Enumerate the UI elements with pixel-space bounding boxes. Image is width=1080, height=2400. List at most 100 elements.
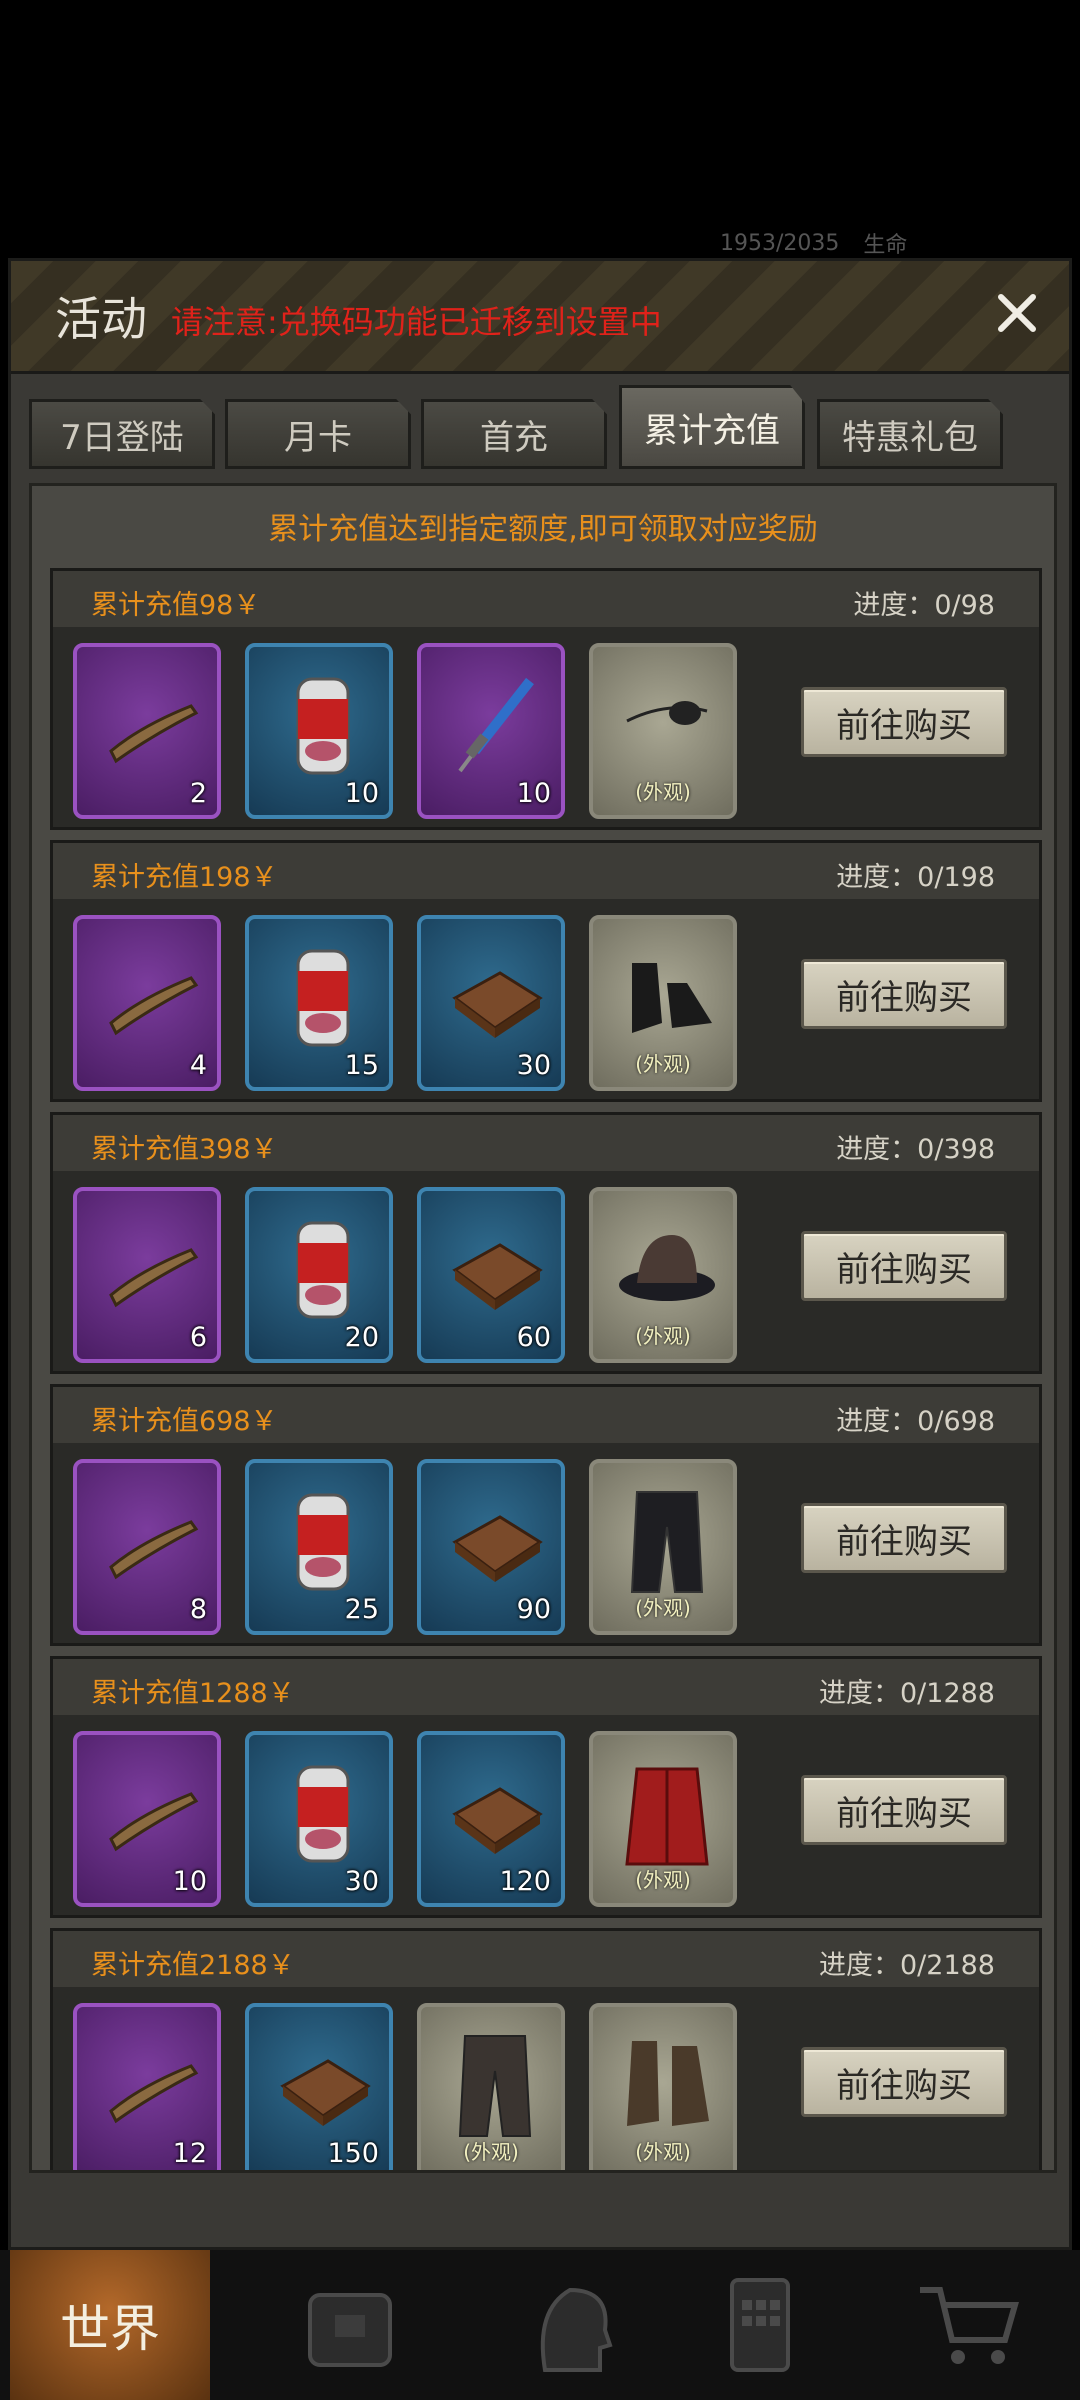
tab-first-recharge[interactable]: 首充 [421,399,607,469]
eyepatch-icon [626,701,708,725]
nav-world[interactable]: 世界 [10,2250,210,2400]
go-buy-button[interactable]: 前往购买 [801,1503,1007,1573]
tier-title: 累计充值398￥ [91,1134,278,1165]
material-box-icon [452,1243,543,1310]
nav-character[interactable] [470,2250,670,2400]
go-buy-button[interactable]: 前往购买 [801,959,1007,1029]
tier-header: 累计充值198￥ 进度：0/198 [53,843,1039,899]
reward-item-slot[interactable]: 25 [245,1459,393,1635]
reward-item-slot[interactable]: 8 [73,1459,221,1635]
reward-item-slot[interactable]: 30 [245,1731,393,1907]
reward-item-slot[interactable]: (外观) [589,915,737,1091]
backpack-icon [308,2293,392,2367]
tier-title: 累计充值198￥ [91,862,278,893]
reward-item-slot[interactable]: (外观) [589,1731,737,1907]
reward-item-slot[interactable]: (外观) [589,643,737,819]
reward-item-slot[interactable]: 10 [417,643,565,819]
stick-icon [109,1520,199,1580]
item-count: 60 [516,1322,551,1353]
material-box-icon [452,971,543,1038]
tier-title: 累计充值698￥ [91,1406,278,1437]
phone-icon [730,2278,790,2372]
nav-backpack[interactable] [250,2250,450,2400]
reward-item-slot[interactable]: (外观) [589,2003,737,2170]
reward-item-slot[interactable]: 60 [417,1187,565,1363]
tier-progress: 进度：0/698 [836,1406,995,1437]
status-hint: 1953/2035 生命 [720,228,1080,259]
tier-header: 累计充值2188￥ 进度：0/2188 [53,1931,1039,1987]
nav-phone[interactable] [660,2250,860,2400]
reward-item-slot[interactable]: 120 [417,1731,565,1907]
nav-world-label: 世界 [60,2300,160,2358]
material-box-icon [280,2059,371,2126]
appearance-tag: (外观) [635,1596,691,1620]
tier-progress: 进度：0/2188 [819,1950,995,1981]
reward-tier-card: 累计充值2188￥ 进度：0/2188 12 150 (外观) (外观) 前往购买 [50,1928,1042,2170]
item-count: 15 [344,1050,379,1081]
go-buy-button[interactable]: 前往购买 [801,1775,1007,1845]
reward-tier-card: 累计充值698￥ 进度：0/698 8 25 90 (外观) 前往购买 [50,1384,1042,1646]
tier-header: 累计充值398￥ 进度：0/398 [53,1115,1039,1171]
meat-can-icon [296,677,350,775]
tier-title: 累计充值1288￥ [91,1678,295,1709]
tier-header: 累计充值1288￥ 进度：0/1288 [53,1659,1039,1715]
item-count: 12 [172,2138,207,2169]
reward-item-slot[interactable]: 30 [417,915,565,1091]
material-box-icon [452,1787,543,1854]
close-button[interactable] [985,281,1049,345]
item-count: 120 [499,1866,551,1897]
reward-item-slot[interactable]: 4 [73,915,221,1091]
syringe-icon [458,677,534,773]
meat-can-icon [296,949,350,1047]
reward-item-slot[interactable]: 90 [417,1459,565,1635]
shoes-icon [632,963,712,1033]
go-buy-button[interactable]: 前往购买 [801,1231,1007,1301]
tier-title: 累计充值2188￥ [91,1950,295,1981]
appearance-tag: (外观) [463,2140,519,2164]
item-count: 30 [516,1050,551,1081]
reward-item-slot[interactable]: 10 [73,1731,221,1907]
reward-item-slot[interactable]: 2 [73,643,221,819]
tab-monthly-card[interactable]: 月卡 [225,399,411,469]
reward-item-slot[interactable]: 15 [245,915,393,1091]
reward-item-slot[interactable]: 6 [73,1187,221,1363]
reward-item-slot[interactable]: 10 [245,643,393,819]
modal-title: 活动 [55,292,147,346]
tier-progress: 进度：0/398 [836,1134,995,1165]
appearance-tag: (外观) [635,1324,691,1348]
reward-item-slot[interactable]: (外观) [589,1187,737,1363]
tier-progress: 进度：0/98 [853,590,995,621]
hat-icon [619,1235,715,1301]
reward-item-slot[interactable]: 20 [245,1187,393,1363]
reward-item-slot[interactable]: 12 [73,2003,221,2170]
cart-icon [920,2287,1019,2364]
tab-bar: 7日登陆 月卡 首充 累计充值 特惠礼包 [29,385,1069,469]
stick-icon [109,2064,199,2124]
reward-hint: 累计充值达到指定额度,即可领取对应奖励 [268,512,818,547]
tier-title: 累计充值98￥ [91,590,261,621]
modal-notice: 请注意:兑换码功能已迁移到设置中 [171,303,662,341]
go-buy-button[interactable]: 前往购买 [801,2047,1007,2117]
tier-header: 累计充值98￥ 进度：0/98 [53,571,1039,627]
boots-icon [627,2041,709,2126]
reward-tier-card: 累计充值398￥ 进度：0/398 6 20 60 (外观) 前往购买 [50,1112,1042,1374]
nav-shop[interactable] [870,2250,1070,2400]
stick-icon [109,976,199,1036]
item-count: 30 [344,1866,379,1897]
tab-cumulative-recharge[interactable]: 累计充值 [619,385,805,469]
go-buy-button[interactable]: 前往购买 [801,687,1007,757]
reward-item-slot[interactable]: 150 [245,2003,393,2170]
hp-label: 生命 [863,233,908,258]
item-count: 6 [189,1322,207,1353]
tab-special-gift[interactable]: 特惠礼包 [817,399,1003,469]
head-icon [540,2287,613,2372]
reward-tier-card: 累计充值98￥ 进度：0/98 2 10 10 (外观) 前往购买 [50,568,1042,830]
stick-icon [109,1248,199,1308]
reward-item-slot[interactable]: (外观) [589,1459,737,1635]
tab-7day-login[interactable]: 7日登陆 [29,399,215,469]
item-count: 90 [516,1594,551,1625]
tier-header: 累计充值698￥ 进度：0/698 [53,1387,1039,1443]
reward-item-slot[interactable]: (外观) [417,2003,565,2170]
item-count: 10 [344,778,379,809]
appearance-tag: (外观) [635,2140,691,2164]
